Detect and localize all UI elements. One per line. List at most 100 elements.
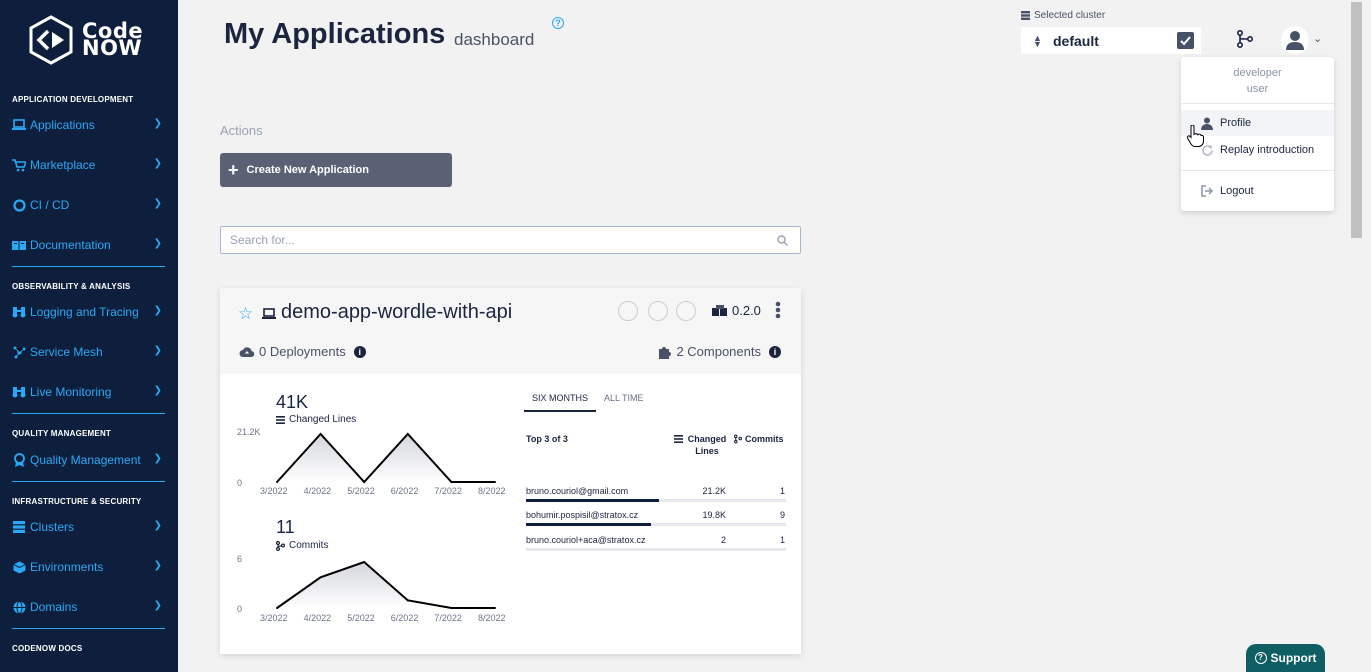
sidebar-item-label: Quality Management — [30, 453, 141, 467]
contributor-email: bruno.couriol@gmail.com — [526, 486, 629, 496]
info-icon[interactable]: i — [769, 345, 781, 358]
contributor-row[interactable]: bruno.couriol@gmail.com 21.2K 1 — [526, 486, 786, 508]
chart-point — [363, 561, 366, 563]
changed-lines-ymin: 0 — [237, 478, 243, 488]
x-tick-label: 3/2022 — [260, 486, 288, 496]
sidebar-item-marketplace[interactable]: Marketplace ❯ — [12, 154, 166, 176]
chevron-right-icon: ❯ — [153, 238, 162, 249]
column-header-changed-lines[interactable]: Changed Lines — [672, 433, 728, 457]
contribution-bar — [526, 499, 659, 502]
sidebar-item-applications[interactable]: Applications ❯ — [12, 114, 166, 136]
sort-arrows-icon: ▲ ▼ — [1033, 32, 1042, 49]
cicd-icon — [12, 198, 26, 212]
codenow-logo[interactable]: Code NOW — [28, 14, 158, 66]
server-icon — [1021, 11, 1030, 20]
sidebar-item-environments[interactable]: Environments ❯ — [12, 556, 166, 578]
section-infrastructure: INFRASTRUCTURE & SECURITY — [12, 497, 142, 506]
git-branch-icon — [276, 540, 285, 551]
tab-six-months[interactable]: SIX MONTHS — [524, 390, 597, 412]
x-tick-label: 6/2022 — [390, 486, 419, 496]
menu-item-logout[interactable]: Logout — [1181, 178, 1334, 204]
x-tick-label: 4/2022 — [303, 613, 332, 623]
sidebar-divider — [12, 413, 165, 414]
cart-icon — [12, 158, 26, 172]
sidebar-item-cicd[interactable]: CI / CD ❯ — [12, 194, 166, 216]
laptop-icon — [262, 308, 276, 319]
search-input[interactable]: Search for... — [220, 226, 801, 254]
sidebar-item-documentation[interactable]: Documentation ❯ — [12, 234, 166, 256]
x-tick-label: 3/2022 — [260, 613, 288, 623]
chevron-right-icon: ❯ — [153, 560, 162, 571]
x-tick-label: 4/2022 — [303, 486, 332, 496]
commits-label: Commits — [276, 540, 328, 551]
globe-icon — [12, 600, 26, 614]
chart-point — [450, 607, 453, 609]
create-new-application-label: Create New Application — [246, 164, 369, 176]
contributor-email: bruno.couriol+aca@stratox.cz — [526, 535, 646, 545]
sidebar-item-clusters[interactable]: Clusters ❯ — [12, 516, 166, 538]
sidebar-item-quality-management[interactable]: Quality Management ❯ — [12, 449, 166, 471]
sidebar-item-logging-tracing[interactable]: Logging and Tracing ❯ — [12, 301, 166, 323]
section-application-development: APPLICATION DEVELOPMENT — [12, 95, 134, 104]
sidebar-item-label: Clusters — [30, 520, 75, 534]
x-tick-label: 8/2022 — [478, 613, 506, 623]
logout-icon — [1200, 184, 1214, 198]
deployments-count: 0 Deployments i — [239, 344, 366, 359]
top-contributors-label: Top 3 of 3 — [526, 434, 568, 444]
create-new-application-button[interactable]: + Create New Application — [220, 153, 452, 187]
chart-point — [319, 433, 322, 435]
logo-line-2: NOW — [82, 36, 143, 60]
contributor-row[interactable]: bruno.couriol+aca@stratox.cz 2 1 — [526, 535, 786, 557]
contributor-commits: 9 — [779, 510, 785, 520]
page-subtitle: dashboard — [454, 30, 535, 49]
version-text: 0.2.0 — [732, 303, 761, 318]
help-icon[interactable]: ? — [552, 17, 564, 29]
section-codenow-docs: CODENOW DOCS — [12, 644, 83, 653]
menu-item-label: Logout — [1220, 185, 1254, 197]
help-circle-icon: ? — [1254, 652, 1267, 664]
x-tick-label: 6/2022 — [390, 613, 419, 623]
chevron-right-icon: ❯ — [153, 385, 162, 396]
application-card[interactable]: ☆ demo-app-wordle-with-api 0.2.0 0 Deplo… — [220, 288, 801, 654]
x-tick-label: 7/2022 — [434, 486, 462, 496]
page-title: My Applications — [224, 18, 446, 50]
sidebar-item-domains[interactable]: Domains ❯ — [12, 596, 166, 618]
search-icon[interactable] — [777, 235, 788, 246]
tab-all-time[interactable]: ALL TIME — [596, 390, 652, 412]
quality-badge-icon — [676, 301, 696, 321]
contributor-commits: 1 — [779, 535, 785, 545]
chart-point — [494, 481, 496, 483]
application-name[interactable]: demo-app-wordle-with-api — [281, 301, 512, 324]
info-icon[interactable]: i — [353, 345, 366, 358]
contributor-row[interactable]: bohumir.pospisil@stratox.cz 19.8K 9 — [526, 510, 786, 532]
column-header-commits[interactable]: Commits — [734, 433, 788, 445]
user-name-line-1: developer — [1233, 67, 1282, 79]
chart-point — [319, 576, 322, 579]
sidebar-item-label: Environments — [30, 560, 104, 574]
scrollbar-thumb[interactable] — [1351, 2, 1362, 238]
sidebar-item-live-monitoring[interactable]: Live Monitoring ❯ — [12, 381, 166, 403]
column-header-changed-lines-text: Changed Lines — [687, 434, 727, 456]
sidebar-item-service-mesh[interactable]: Service Mesh ❯ — [12, 341, 166, 363]
security-badge-icon — [648, 301, 668, 321]
changed-lines-ymax: 21.2K — [237, 427, 261, 437]
cloud-upload-icon — [239, 346, 255, 357]
menu-item-label: Profile — [1220, 117, 1252, 129]
support-button[interactable]: ? Support — [1246, 644, 1325, 672]
contribution-bar-track — [526, 548, 786, 551]
lines-icon — [276, 415, 285, 424]
search-placeholder: Search for... — [230, 233, 295, 247]
chevron-down-icon[interactable]: ⌄ — [1313, 32, 1322, 45]
cluster-label: Selected cluster — [1021, 10, 1105, 21]
contributor-commits: 1 — [779, 486, 785, 496]
cluster-select[interactable]: ▲ ▼ default — [1021, 27, 1201, 54]
git-branch-icon[interactable] — [1236, 30, 1254, 48]
menu-divider — [1181, 103, 1334, 104]
cube-icon — [12, 560, 26, 574]
sidebar-divider — [12, 628, 165, 629]
more-options-icon[interactable] — [775, 301, 781, 319]
check-icon[interactable] — [1177, 32, 1194, 49]
deployments-text: 0 Deployments — [259, 344, 346, 359]
avatar[interactable] — [1281, 26, 1309, 54]
favorite-star-icon[interactable]: ☆ — [238, 304, 253, 324]
